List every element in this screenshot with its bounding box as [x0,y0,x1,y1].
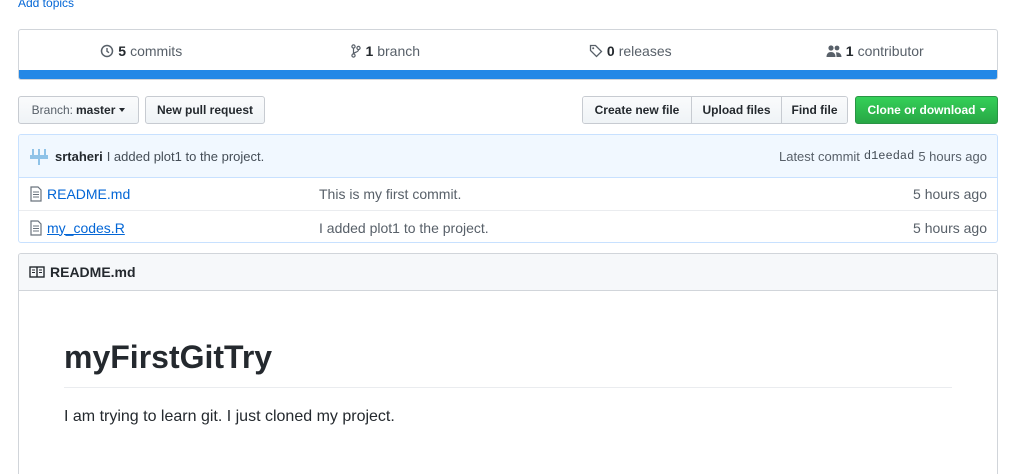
add-topics-link[interactable]: Add topics [18,0,74,10]
people-icon [826,45,842,57]
commits-label: commits [130,43,183,59]
branches-count: 1 [365,43,374,59]
book-icon [29,266,45,278]
file-commit-message[interactable]: This is my first commit. [319,186,913,202]
readme-paragraph: I am trying to learn git. I just cloned … [64,408,395,425]
branch-prefix: Branch: [31,103,73,117]
table-row: README.md This is my first commit. 5 hou… [19,178,997,211]
branch-name: master [76,103,116,117]
contributors-count: 1 [845,43,854,59]
tag-icon [589,44,603,58]
readme-panel: README.md myFirstGitTry I am trying to l… [18,253,998,474]
clone-label: Clone or download [867,103,976,117]
branches-link[interactable]: 1 branch [264,30,509,72]
commit-message-link[interactable]: I added plot1 to the project. [107,149,265,164]
chevron-down-icon [119,108,126,112]
find-file-button[interactable]: Find file [782,97,847,123]
releases-link[interactable]: 0 releases [508,30,753,72]
file-icon [30,186,42,202]
latest-commit-info: Latest commit d1eedad 5 hours ago [779,149,987,164]
releases-label: releases [618,43,672,59]
commit-author-link[interactable]: srtaheri [55,149,103,164]
commits-count: 5 [118,43,127,59]
file-age: 5 hours ago [913,186,987,202]
releases-count: 0 [606,43,615,59]
create-new-file-button[interactable]: Create new file [583,97,692,123]
latest-commit-label: Latest commit [778,148,860,164]
file-list: srtaheri I added plot1 to the project. L… [18,134,998,243]
file-actions-group: Create new file Upload files Find file [582,96,848,124]
commits-link[interactable]: 5 commits [19,30,264,72]
history-icon [101,44,114,58]
file-name-link[interactable]: my_codes.R [47,220,319,236]
commit-age: 5 hours ago [918,148,987,164]
table-row: my_codes.R I added plot1 to the project.… [19,211,997,242]
branch-select-button[interactable]: Branch: master [18,96,139,124]
commit-sha-link[interactable]: d1eedad [864,149,914,163]
branches-label: branch [377,43,421,59]
upload-files-button[interactable]: Upload files [692,97,782,123]
new-pull-request-button[interactable]: New pull request [145,96,265,124]
readme-filename: README.md [50,264,136,280]
file-commit-message[interactable]: I added plot1 to the project. [319,220,913,236]
chevron-down-icon [979,108,986,112]
avatar[interactable] [29,146,49,166]
file-name-link[interactable]: README.md [47,186,319,202]
readme-header: README.md [19,254,997,291]
branch-icon [351,44,362,58]
contributors-label: contributor [857,43,924,59]
clone-or-download-button[interactable]: Clone or download [855,96,998,124]
language-bar[interactable] [19,70,997,79]
repo-summary: 5 commits 1 branch 0 releases 1 contribu… [18,29,998,80]
contributors-link[interactable]: 1 contributor [753,30,998,72]
readme-title: myFirstGitTry [64,339,952,388]
latest-commit-bar: srtaheri I added plot1 to the project. L… [19,135,997,178]
file-icon [30,219,42,236]
file-age: 5 hours ago [913,219,987,236]
